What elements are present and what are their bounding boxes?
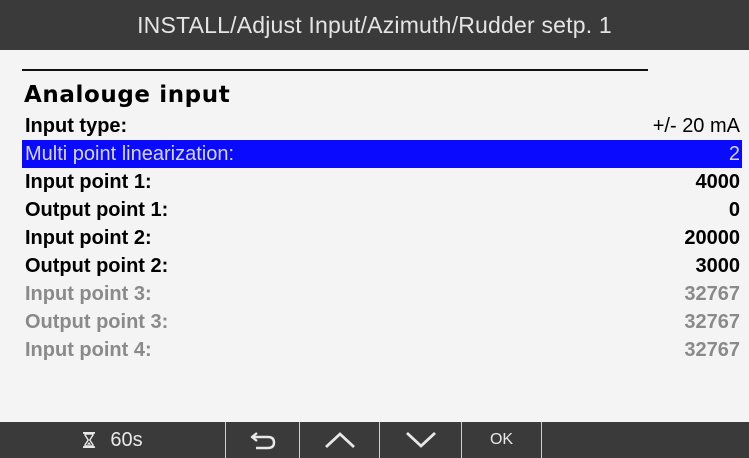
setting-label: Output point 3: <box>25 310 169 333</box>
timeout-label: 60s <box>110 428 143 451</box>
down-button[interactable] <box>380 422 462 458</box>
hourglass-icon <box>82 431 96 449</box>
setting-value: 32767 <box>684 310 740 333</box>
setting-row-multi-point-linearization[interactable]: Multi point linearization: 2 <box>22 140 742 168</box>
setting-label: Multi point linearization: <box>25 142 234 165</box>
setting-label: Input point 1: <box>25 170 152 193</box>
up-button[interactable] <box>300 422 380 458</box>
setting-row-input-point-1[interactable]: Input point 1: 4000 <box>22 168 742 196</box>
settings-list: Input type: +/- 20 mA Multi point linear… <box>22 112 742 364</box>
chevron-up-icon <box>323 430 357 450</box>
setting-row-input-point-3: Input point 3: 32767 <box>22 280 742 308</box>
setting-label: Input point 4: <box>25 338 152 361</box>
section-divider <box>22 69 648 71</box>
back-arrow-icon <box>248 429 278 451</box>
ok-label: OK <box>489 431 514 448</box>
back-button[interactable] <box>226 422 300 458</box>
title-bar: INSTALL/Adjust Input/Azimuth/Rudder setp… <box>0 0 749 50</box>
setting-row-input-type[interactable]: Input type: +/- 20 mA <box>22 112 742 140</box>
ok-button[interactable]: OK <box>462 422 542 458</box>
setting-label: Output point 2: <box>25 254 169 277</box>
setting-label: Input type: <box>25 114 128 137</box>
setting-row-input-point-2[interactable]: Input point 2: 20000 <box>22 224 742 252</box>
setting-value: 32767 <box>684 282 740 305</box>
setting-row-output-point-1[interactable]: Output point 1: 0 <box>22 196 742 224</box>
empty-softkey <box>542 422 749 458</box>
setting-value: 0 <box>728 198 740 221</box>
setting-value: 32767 <box>684 338 740 361</box>
setting-row-input-point-4: Input point 4: 32767 <box>22 336 742 364</box>
setting-value: 20000 <box>684 226 740 249</box>
section-heading: Analouge input <box>24 82 231 108</box>
setting-value: 3000 <box>695 254 741 277</box>
setting-label: Input point 2: <box>25 226 152 249</box>
setting-row-output-point-2[interactable]: Output point 2: 3000 <box>22 252 742 280</box>
setting-value: 2 <box>728 142 740 165</box>
setting-value: 4000 <box>695 170 741 193</box>
setting-value: +/- 20 mA <box>652 114 740 137</box>
page-title: INSTALL/Adjust Input/Azimuth/Rudder setp… <box>137 11 612 38</box>
setting-row-output-point-3: Output point 3: 32767 <box>22 308 742 336</box>
chevron-down-icon <box>404 430 438 450</box>
setting-label: Output point 1: <box>25 198 169 221</box>
timeout-button[interactable]: 60s <box>0 422 226 458</box>
setting-label: Input point 3: <box>25 282 152 305</box>
softkey-bar: 60s OK <box>0 422 749 458</box>
